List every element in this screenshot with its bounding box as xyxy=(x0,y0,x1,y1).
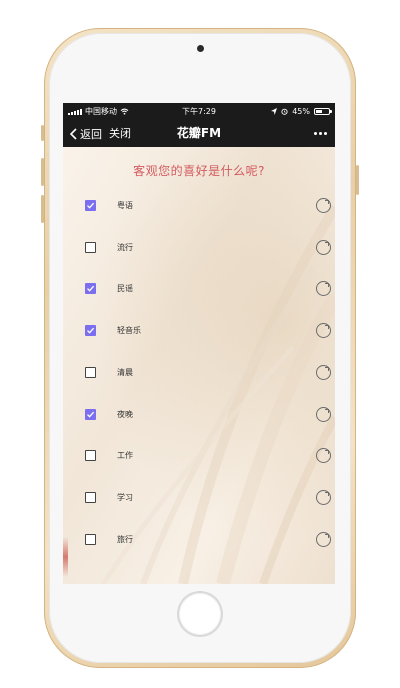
checkbox-unchecked[interactable] xyxy=(85,492,96,503)
preference-label: 清晨 xyxy=(117,368,133,377)
power-button xyxy=(356,165,359,195)
preference-label: 粤语 xyxy=(117,201,133,210)
nav-bar: 返回 关闭 花瓣FM xyxy=(63,120,335,147)
checkbox-unchecked[interactable] xyxy=(85,450,96,461)
preference-label: 流行 xyxy=(117,243,133,252)
more-dot xyxy=(324,132,327,135)
preview-circle-icon[interactable] xyxy=(316,407,331,422)
checkmark-icon xyxy=(87,327,95,334)
checkbox-unchecked[interactable] xyxy=(85,242,96,253)
preview-circle-icon[interactable] xyxy=(316,240,331,255)
volume-down-button xyxy=(41,195,44,223)
more-button[interactable] xyxy=(314,125,327,142)
preview-circle-icon[interactable] xyxy=(316,323,331,338)
location-icon xyxy=(271,108,278,115)
more-dot xyxy=(319,132,322,135)
front-camera xyxy=(197,45,204,52)
preference-row[interactable]: 轻音乐 xyxy=(63,320,335,342)
preference-label: 夜晚 xyxy=(117,410,133,419)
preference-label: 学习 xyxy=(117,493,133,502)
preview-circle-icon[interactable] xyxy=(316,198,331,213)
preference-label: 民谣 xyxy=(117,284,133,293)
checkbox-unchecked[interactable] xyxy=(85,367,96,378)
checkbox-checked[interactable] xyxy=(85,283,96,294)
preference-row[interactable]: 夜晚 xyxy=(63,404,335,426)
preference-row[interactable]: 学习 xyxy=(63,487,335,509)
preview-circle-icon[interactable] xyxy=(316,281,331,296)
preview-circle-icon[interactable] xyxy=(316,490,331,505)
preference-row[interactable]: 清晨 xyxy=(63,362,335,384)
screen: 中国移动 下午7:29 45% 返回 关闭 花瓣FM 客观您的喜好是什么呢? 粤… xyxy=(63,103,335,584)
preview-circle-icon[interactable] xyxy=(316,365,331,380)
checkmark-icon xyxy=(87,202,95,209)
preference-label: 轻音乐 xyxy=(117,326,141,335)
status-bar: 中国移动 下午7:29 45% xyxy=(63,103,335,120)
volume-up-button xyxy=(41,158,44,186)
checkbox-checked[interactable] xyxy=(85,200,96,211)
more-dot xyxy=(314,132,317,135)
preference-row[interactable]: 民谣 xyxy=(63,278,335,300)
preference-row[interactable]: 粤语 xyxy=(63,195,335,217)
checkmark-icon xyxy=(87,411,95,418)
status-right: 45% xyxy=(271,103,332,120)
preview-circle-icon[interactable] xyxy=(316,532,331,547)
preference-row[interactable]: 旅行 xyxy=(63,529,335,551)
battery-icon xyxy=(314,108,332,115)
preference-row[interactable]: 工作 xyxy=(63,445,335,467)
checkbox-unchecked[interactable] xyxy=(85,534,96,545)
home-button[interactable] xyxy=(179,593,221,635)
page-title: 花瓣FM xyxy=(176,126,222,140)
checkbox-checked[interactable] xyxy=(85,409,96,420)
preference-page: 客观您的喜好是什么呢? 粤语流行民谣轻音乐清晨夜晚工作学习旅行 xyxy=(63,147,335,584)
mute-switch xyxy=(41,125,44,141)
alarm-icon xyxy=(281,108,288,115)
question-heading: 客观您的喜好是什么呢? xyxy=(133,164,265,178)
preference-row[interactable]: 流行 xyxy=(63,237,335,259)
preference-label: 旅行 xyxy=(117,535,133,544)
battery-percent: 45% xyxy=(292,107,310,116)
checkmark-icon xyxy=(87,285,95,292)
decorative-accent xyxy=(63,537,68,577)
preview-circle-icon[interactable] xyxy=(316,448,331,463)
preference-label: 工作 xyxy=(117,451,133,460)
checkbox-checked[interactable] xyxy=(85,325,96,336)
